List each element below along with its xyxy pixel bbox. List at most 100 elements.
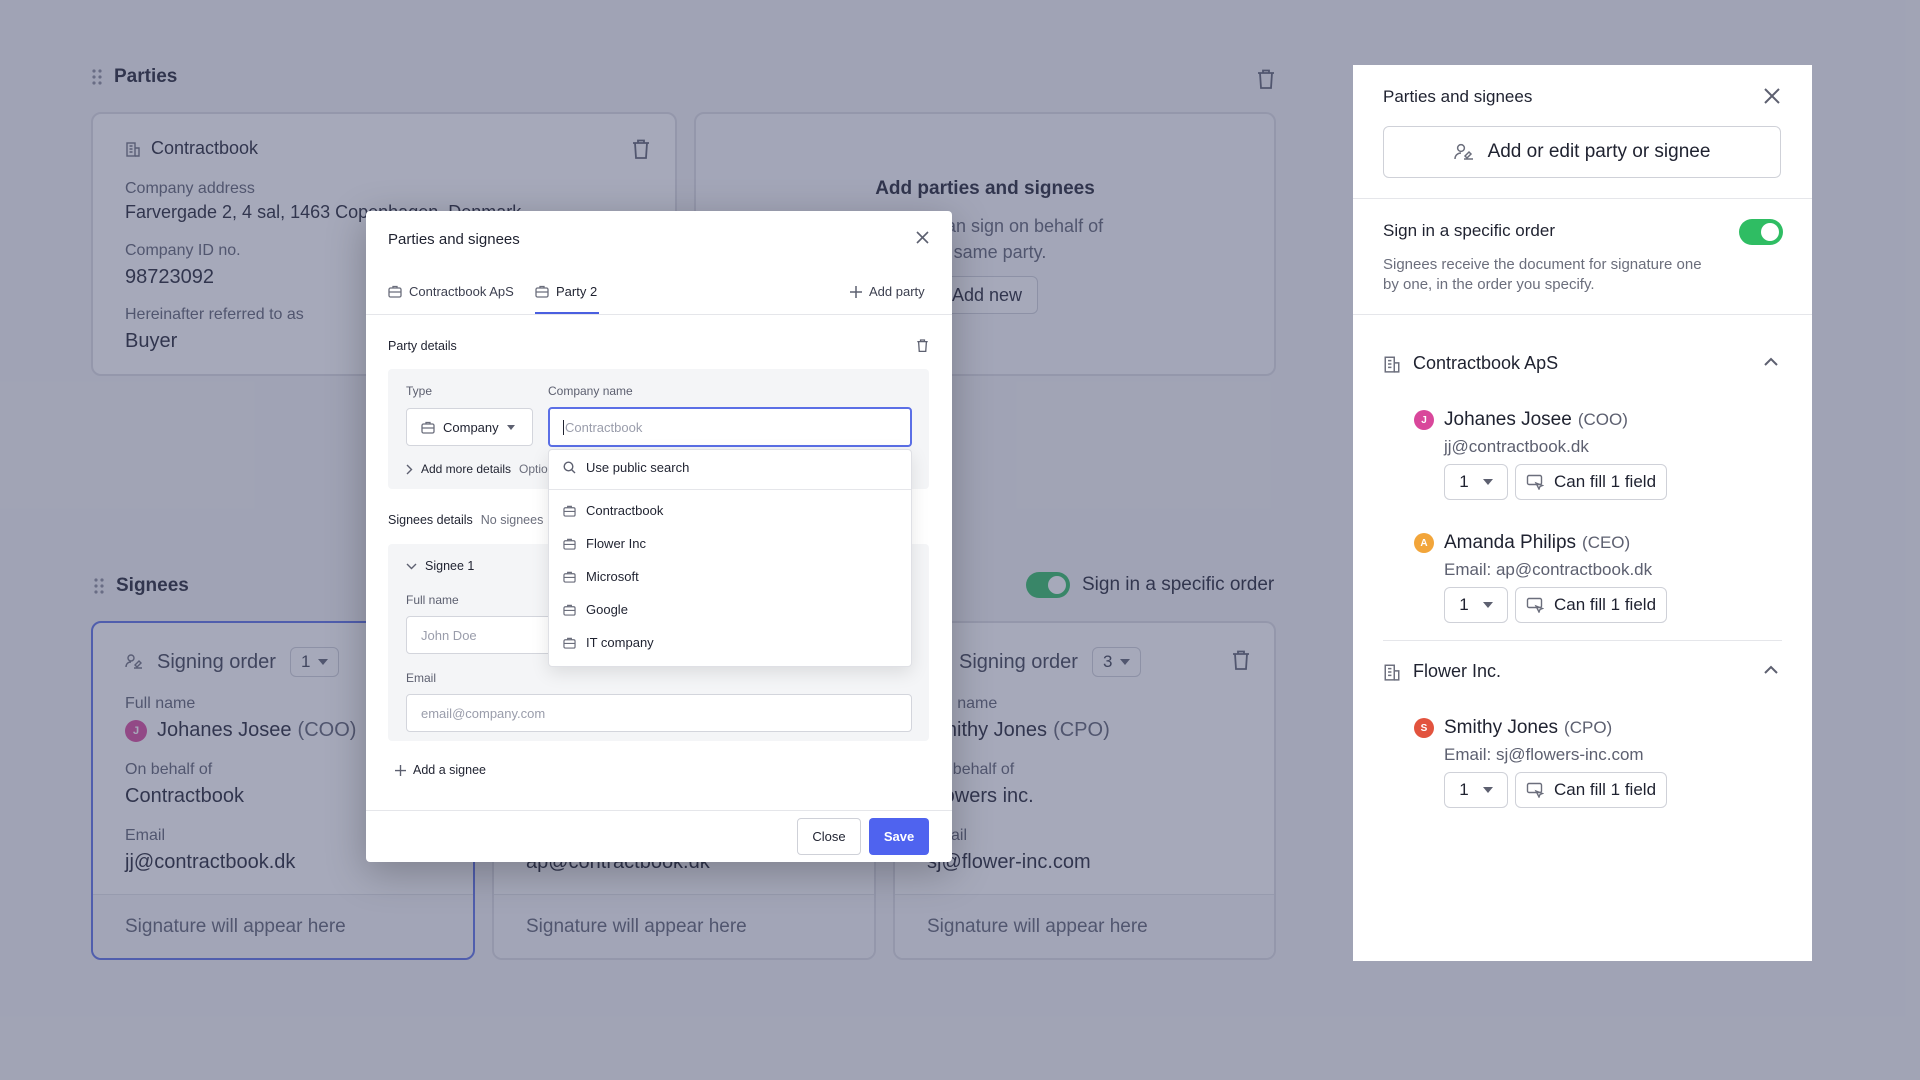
dropdown-option-label: Flower Inc — [586, 536, 646, 551]
briefcase-icon — [421, 421, 435, 434]
add-party-label: Add party — [869, 284, 925, 299]
add-more-details-label: Add more details — [421, 462, 512, 476]
panel-party-name: Flower Inc. — [1413, 661, 1502, 681]
sign-order-toggle[interactable] — [1739, 219, 1783, 245]
add-signee-button[interactable]: Add a signee — [395, 763, 486, 777]
panel-order-value: 1 — [1459, 595, 1469, 614]
caret-down-icon — [506, 424, 515, 430]
type-value: Company — [443, 419, 499, 435]
panel-order-select[interactable]: 1 — [1444, 464, 1508, 500]
dropdown-option-label: Google — [586, 602, 628, 617]
add-edit-party-button[interactable]: Add or edit party or signee — [1383, 126, 1781, 178]
briefcase-icon — [535, 285, 549, 298]
panel-order-select[interactable]: 1 — [1444, 587, 1508, 623]
panel-order-select[interactable]: 1 — [1444, 772, 1508, 808]
divider — [1353, 314, 1812, 315]
panel-party-header[interactable]: Flower Inc. — [1383, 661, 1501, 682]
panel-signee-row: J Johanes Josee (COO) — [1414, 409, 1628, 431]
field-icon — [1526, 597, 1544, 613]
search-icon — [563, 461, 576, 474]
save-button[interactable]: Save — [869, 818, 929, 855]
signee-icon — [1453, 143, 1474, 161]
avatar: J — [1414, 410, 1434, 430]
panel-party-name: Contractbook ApS — [1413, 353, 1559, 373]
text-cursor — [563, 419, 564, 435]
type-label: Type — [406, 384, 433, 398]
delete-party-icon[interactable] — [916, 338, 929, 353]
company-name-placeholder: Contractbook — [565, 419, 643, 435]
divider — [1353, 198, 1812, 199]
party-details-title: Party details — [388, 339, 457, 353]
can-fill-button[interactable]: Can fill 1 field — [1515, 464, 1667, 500]
add-more-details-toggle[interactable]: Add more details Optional — [406, 462, 564, 476]
divider — [366, 314, 952, 315]
building-icon — [1383, 663, 1401, 681]
dropdown-option-label: Contractbook — [586, 503, 664, 518]
signees-details-hint: No signees — [480, 513, 544, 527]
tab-party-2[interactable]: Party 2 — [535, 284, 597, 299]
close-modal-icon[interactable] — [916, 231, 929, 244]
panel-signee-email: jj@contractbook.dk — [1444, 437, 1589, 456]
order-title: Sign in a specific order — [1383, 221, 1555, 240]
panel-signee-row: S Smithy Jones (CPO) — [1414, 717, 1612, 739]
panel-signee-email: Email: ap@contractbook.dk — [1444, 560, 1653, 579]
dropdown-option[interactable]: Microsoft — [563, 569, 639, 584]
dropdown-option[interactable]: Flower Inc — [563, 536, 646, 551]
tab-label: Contractbook ApS — [409, 284, 514, 299]
panel-party-header[interactable]: Contractbook ApS — [1383, 353, 1558, 374]
side-panel: Parties and signees Add or edit party or… — [1353, 65, 1812, 961]
panel-order-value: 1 — [1459, 780, 1469, 799]
panel-signee-email: Email: sj@flowers-inc.com — [1444, 745, 1644, 764]
caret-down-icon — [1482, 787, 1493, 793]
email-placeholder: email@company.com — [421, 705, 546, 721]
chevron-up-icon[interactable] — [1763, 357, 1779, 367]
can-fill-label: Can fill 1 field — [1553, 780, 1657, 799]
caret-down-icon — [1482, 479, 1493, 485]
panel-signee-name: Smithy Jones — [1444, 717, 1559, 738]
panel-order-value: 1 — [1459, 472, 1469, 491]
add-signee-label: Add a signee — [413, 763, 486, 777]
panel-signee-row: A Amanda Philips (CEO) — [1414, 532, 1630, 554]
dropdown-option[interactable]: Google — [563, 602, 628, 617]
public-search-label: Use public search — [586, 460, 690, 475]
can-fill-button[interactable]: Can fill 1 field — [1515, 587, 1667, 623]
side-panel-title: Parties and signees — [1383, 87, 1533, 106]
add-party-button[interactable]: Add party — [850, 284, 925, 299]
add-edit-party-label: Add or edit party or signee — [1487, 141, 1711, 162]
public-search-option[interactable]: Use public search — [563, 460, 689, 475]
full-name-label: Full name — [406, 593, 459, 607]
signee-1-toggle[interactable]: Signee 1 — [406, 559, 474, 573]
plus-icon — [395, 764, 406, 776]
order-description: Signees receive the document for signatu… — [1383, 255, 1702, 295]
divider — [366, 810, 952, 811]
divider — [1383, 640, 1782, 641]
can-fill-button[interactable]: Can fill 1 field — [1515, 772, 1667, 808]
order-description-line-2: by one, in the order you specify. — [1383, 276, 1595, 293]
briefcase-icon — [563, 571, 576, 583]
company-name-input[interactable]: Contractbook — [548, 407, 912, 447]
briefcase-icon — [563, 505, 576, 517]
briefcase-icon — [388, 285, 402, 298]
email-input[interactable]: email@company.com — [406, 694, 912, 732]
signees-details-title: Signees details — [388, 513, 473, 527]
close-button[interactable]: Close — [797, 818, 861, 855]
email-label: Email — [406, 671, 437, 685]
panel-signee-role: (CEO) — [1582, 533, 1631, 552]
briefcase-icon — [563, 538, 576, 550]
dropdown-option[interactable]: Contractbook — [563, 503, 663, 518]
tab-contractbook-aps[interactable]: Contractbook ApS — [388, 284, 514, 299]
building-icon — [1383, 355, 1401, 373]
chevron-down-icon — [406, 563, 417, 570]
panel-signee-role: (COO) — [1577, 410, 1628, 429]
briefcase-icon — [563, 637, 576, 649]
avatar: A — [1414, 533, 1434, 553]
dropdown-option-label: Microsoft — [586, 569, 639, 584]
dropdown-option[interactable]: IT company — [563, 635, 654, 650]
tab-label: Party 2 — [556, 284, 598, 299]
close-panel-icon[interactable] — [1763, 87, 1781, 105]
caret-down-icon — [1482, 602, 1493, 608]
chevron-up-icon[interactable] — [1763, 665, 1779, 675]
chevron-right-icon — [406, 464, 413, 475]
type-select[interactable]: Company — [406, 408, 533, 446]
panel-signee-name: Amanda Philips — [1444, 532, 1577, 553]
